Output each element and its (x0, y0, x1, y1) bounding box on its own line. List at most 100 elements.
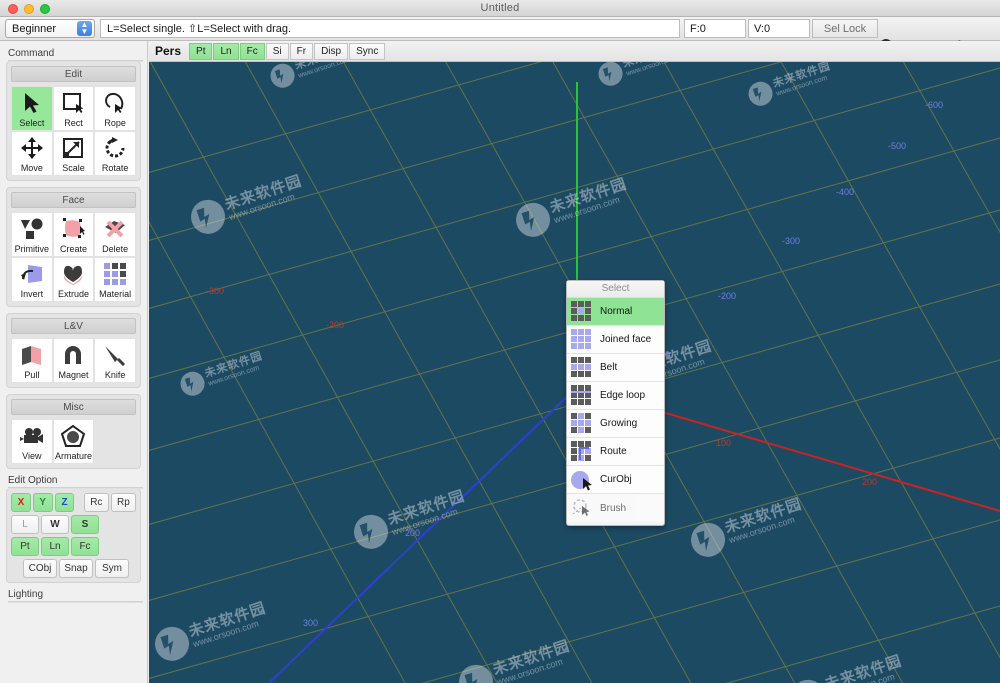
tool-rope-label: Rope (104, 118, 126, 128)
mode-select[interactable]: Beginner ▲ ▼ (5, 19, 95, 38)
tool-pull[interactable]: Pull (11, 338, 53, 383)
select-option-label: Edge loop (600, 390, 646, 401)
select-option-brush[interactable]: Brush (567, 494, 664, 522)
option-sym[interactable]: Sym (95, 559, 129, 578)
chevron-updown-icon[interactable]: ▲ ▼ (77, 21, 92, 36)
option-pt[interactable]: Pt (11, 537, 39, 556)
hint-bar: L=Select single. ⇧L=Select with drag. (100, 19, 680, 38)
viewport-area: Pers Pt Ln Fc Si Fr Disp Sync -600 -500 … (149, 41, 1000, 683)
rectangle-select-icon (54, 87, 94, 118)
option-s[interactable]: S (71, 515, 99, 534)
option-rp[interactable]: Rp (110, 493, 137, 512)
viewport-view-label: Pers (155, 44, 182, 58)
axis-label: 100 (716, 438, 732, 448)
option-snap[interactable]: Snap (59, 559, 93, 578)
edit-option-label: Edit Option (8, 475, 143, 489)
edit-option-panel: X Y Z Rc Rp L W S Pt Ln Fc CObj Snap Sym (6, 488, 141, 583)
viewport-tab-bar: Pers Pt Ln Fc Si Fr Disp Sync (149, 41, 1000, 62)
tool-invert-label: Invert (20, 289, 44, 299)
rope-select-icon (95, 87, 135, 118)
axis-label: -600 (925, 100, 944, 110)
tool-select[interactable]: Select (11, 86, 53, 131)
group-misc: Misc View Armature (6, 394, 141, 469)
tool-invert[interactable]: Invert (11, 257, 53, 302)
create-face-icon (54, 213, 94, 244)
command-section-label: Command (8, 48, 143, 62)
tool-rect[interactable]: Rect (52, 86, 95, 131)
option-rc[interactable]: Rc (83, 493, 109, 512)
select-option-edge-loop[interactable]: Edge loop (567, 382, 664, 410)
vertex-count: V:0 (748, 19, 810, 38)
edit-option-row-ptlnfc: Pt Ln Fc (11, 537, 136, 556)
select-option-growing[interactable]: Growing (567, 410, 664, 438)
tab-fr[interactable]: Fr (289, 42, 314, 60)
tab-fc[interactable]: Fc (239, 42, 265, 60)
tab-sync[interactable]: Sync (349, 42, 386, 60)
rotate-icon (95, 132, 135, 163)
option-fc[interactable]: Fc (71, 537, 99, 556)
invert-face-icon (12, 258, 52, 289)
tool-scale-label: Scale (62, 163, 85, 173)
edit-option-row-misc: CObj Snap Sym (11, 559, 136, 578)
tool-pull-label: Pull (24, 370, 40, 380)
option-z[interactable]: Z (54, 493, 75, 512)
option-ln[interactable]: Ln (41, 537, 69, 556)
axis-label: 300 (303, 618, 319, 628)
tool-scale[interactable]: Scale (52, 131, 95, 176)
group-face-header: Face (11, 192, 136, 208)
sel-lock-button[interactable]: Sel Lock (812, 19, 878, 38)
group-edit-tiles: Select Rect Rope Move Scale Rotate (11, 86, 136, 176)
grid-joined-icon (571, 328, 593, 351)
material-grid-icon (95, 258, 135, 289)
tool-rotate[interactable]: Rotate (94, 131, 136, 176)
brush-icon (571, 497, 593, 519)
group-misc-header: Misc (11, 399, 136, 415)
select-option-label: Joined face (600, 334, 652, 345)
tool-rope[interactable]: Rope (94, 86, 136, 131)
axis-y-line (268, 386, 578, 683)
camera-icon (12, 420, 52, 451)
tab-si[interactable]: Si (265, 42, 289, 60)
tab-pt[interactable]: Pt (189, 42, 213, 60)
axis-label: 200 (862, 477, 878, 487)
group-lv: L&V Pull Magnet Knife (6, 313, 141, 388)
tool-knife[interactable]: Knife (94, 338, 136, 383)
select-option-belt[interactable]: Belt (567, 354, 664, 382)
group-misc-tiles: View Armature (11, 419, 136, 464)
tool-magnet[interactable]: Magnet (52, 338, 95, 383)
option-y[interactable]: Y (32, 493, 53, 512)
tool-armature[interactable]: Armature (52, 419, 95, 464)
select-option-normal[interactable]: Normal (567, 298, 664, 326)
select-mode-popup[interactable]: Select Normal Joined face Belt Edge loop… (566, 280, 665, 526)
tool-material[interactable]: Material (94, 257, 136, 302)
tool-create[interactable]: Create (52, 212, 95, 257)
tool-extrude-label: Extrude (57, 289, 89, 299)
select-option-curobj[interactable]: CurObj (567, 466, 664, 494)
option-l[interactable]: L (11, 515, 39, 534)
select-option-joined-face[interactable]: Joined face (567, 326, 664, 354)
option-x[interactable]: X (11, 493, 31, 512)
tab-disp[interactable]: Disp (314, 42, 349, 60)
group-lv-tiles: Pull Magnet Knife (11, 338, 136, 383)
left-command-panel: Command Edit Select Rect Rope Move Scale… (0, 41, 148, 683)
select-option-route[interactable]: Route (567, 438, 664, 466)
knife-icon (95, 339, 135, 370)
magnet-icon (54, 339, 94, 370)
tool-extrude[interactable]: Extrude (52, 257, 95, 302)
extrude-icon (54, 258, 94, 289)
axis-label: -200 (718, 291, 737, 301)
option-cobj[interactable]: CObj (23, 559, 57, 578)
primitive-shapes-icon (12, 213, 52, 244)
axis-label: -400 (836, 187, 855, 197)
delete-face-icon (95, 213, 135, 244)
tool-delete[interactable]: Delete (94, 212, 136, 257)
tool-magnet-label: Magnet (58, 370, 89, 380)
tool-primitive[interactable]: Primitive (11, 212, 53, 257)
mode-select-value: Beginner (12, 23, 57, 35)
tool-view[interactable]: View (11, 419, 53, 464)
axis-label: -300 (206, 286, 225, 296)
option-w[interactable]: W (41, 515, 69, 534)
tab-ln[interactable]: Ln (213, 42, 239, 60)
tool-move[interactable]: Move (11, 131, 53, 176)
select-option-label: Normal (600, 306, 633, 317)
